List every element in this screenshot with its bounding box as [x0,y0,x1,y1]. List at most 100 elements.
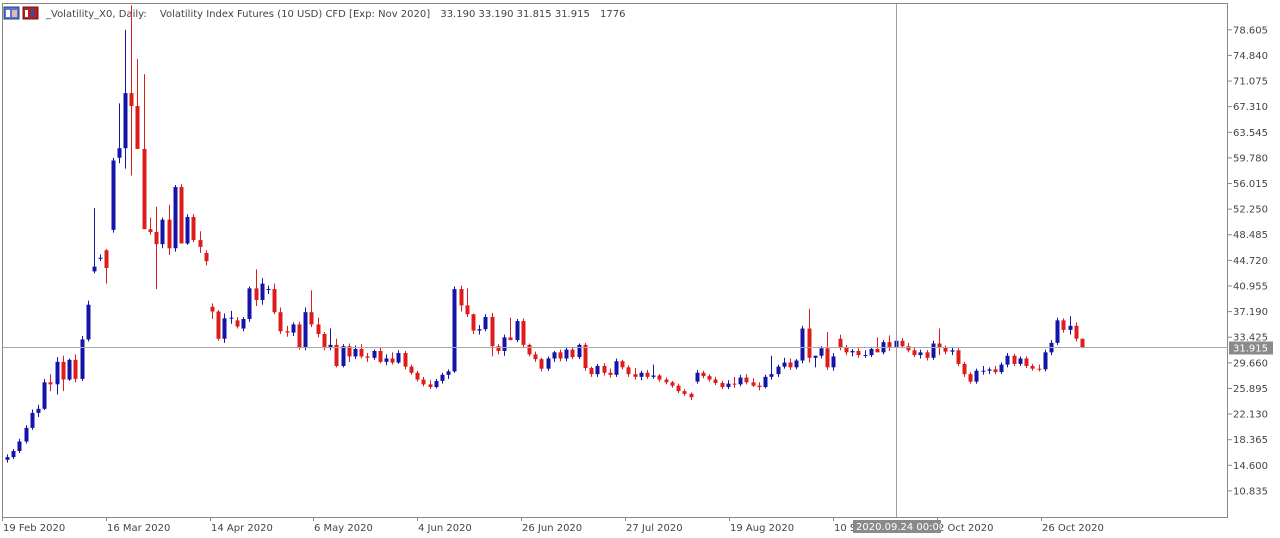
candle-body [831,356,836,368]
chart-volume: 1776 [600,9,625,20]
candle [452,286,457,373]
candle [695,370,700,384]
candle-body [154,231,159,245]
candle-body [185,216,190,244]
candle [266,285,271,294]
candle [564,347,569,362]
time-tick-label: 26 Jun 2020 [522,523,582,534]
candle [943,345,948,355]
candle-body [987,369,992,371]
candle [651,364,656,379]
candle [334,338,339,368]
candle-body [527,344,532,355]
candle-body [61,361,66,380]
candle-body [937,343,942,348]
price-tick-label: 67.310 [1233,102,1268,113]
candle [17,438,22,454]
candle-body [285,331,290,333]
candle-body [17,441,22,452]
candle-body [11,451,16,458]
candle [216,310,221,341]
candle-body [670,382,675,386]
candlestick-chart[interactable]: _Volatility_X0, Daily: Volatility Index … [0,0,1280,538]
candle [682,389,687,396]
candle-body [465,305,470,315]
candle-body [210,306,215,312]
candle-body [962,363,967,375]
candle-body [844,347,849,353]
candle [1068,316,1073,335]
candle [1074,322,1079,342]
candle-body [471,314,476,331]
candle-body [968,374,973,382]
candle [390,352,395,365]
candle [490,312,495,357]
candle [664,377,669,385]
candle [465,288,470,317]
candle-body [490,316,495,347]
candle-body [912,350,917,356]
candle [1005,353,1010,368]
candle-body [1037,368,1042,370]
candle [260,278,265,305]
candle-body [303,312,308,348]
candle [30,409,35,430]
candle [80,336,85,381]
candle-body [1061,320,1066,330]
candle-body [701,372,706,377]
candle-body [720,382,725,388]
candle-body [589,367,594,375]
candle [875,337,880,353]
candle [962,361,967,377]
candle-body [626,367,631,375]
candle-body [614,361,619,375]
candle [521,318,526,349]
candle [415,370,420,382]
candle [751,378,756,388]
candle-body [222,318,227,339]
candle-body [751,382,756,386]
candle [720,380,725,390]
svg-text:_Volatility_X0, Daily: V: _Volatility_X0, Daily: Volatility Index … [45,9,625,20]
candle-body [757,385,762,388]
time-axis: 19 Feb 2020 16 Mar 2020 14 Apr 2020 6 May 2… [2,517,1104,534]
candle [1043,349,1048,372]
price-tick-label: 10.835 [1233,486,1268,497]
candle-body [235,320,240,327]
candle-body [1024,358,1029,366]
candle [670,380,675,388]
candle [1080,338,1085,349]
candle [577,343,582,360]
candle [912,347,917,358]
candle-body [1005,355,1010,365]
candle [807,308,812,363]
candle [179,184,184,244]
candle-body [92,266,97,272]
candle [981,365,986,375]
candle-body [552,352,557,359]
candle [61,355,66,392]
candle-body [794,360,799,368]
candle-body [247,288,252,320]
candle-body [117,148,122,158]
candle-body [595,365,600,375]
candle [987,367,992,375]
candle-body [48,382,53,385]
candle-body [142,148,147,230]
candle [496,344,501,355]
candle [776,364,781,377]
candle-body [931,343,936,358]
candle [459,285,464,312]
candle-body [577,344,582,358]
candle [297,321,302,350]
candle [36,404,41,417]
candle-body [738,377,743,385]
time-tick-label: 14 Apr 2020 [211,523,273,534]
candle-body [42,382,47,409]
candle [950,347,955,356]
candle-body [546,358,551,369]
candle [1012,353,1017,366]
candle-body [813,355,818,358]
candle [515,319,520,343]
candle [359,344,364,359]
